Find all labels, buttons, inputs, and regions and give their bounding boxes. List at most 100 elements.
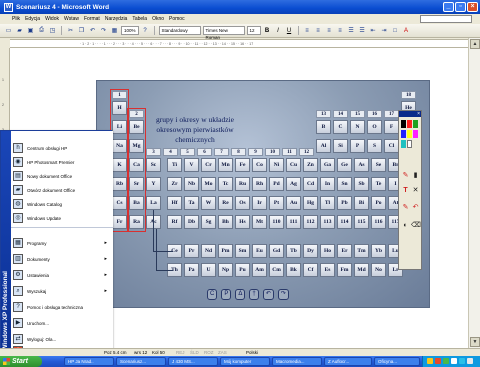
align-left-icon[interactable]: ≡ <box>303 26 312 35</box>
numbering-icon[interactable]: ☰ <box>347 26 356 35</box>
delete-tool-icon[interactable]: ✕ <box>411 186 420 195</box>
save-icon[interactable]: ▣ <box>26 26 35 35</box>
palette-close-icon[interactable]: × <box>417 111 420 117</box>
tray-icon[interactable] <box>443 358 449 364</box>
preview-icon[interactable]: ◳ <box>48 26 57 35</box>
task-button[interactable]: HP Ja Nrad.. <box>64 357 114 366</box>
menu-tabela[interactable]: Tabela <box>132 16 147 22</box>
help-question-input[interactable] <box>420 15 472 23</box>
menu-wstaw[interactable]: Wstaw <box>64 16 79 22</box>
color-swatch[interactable] <box>401 120 406 128</box>
start-item-hp-photosmart[interactable]: ◉ HP Photosmart Premier <box>13 155 111 169</box>
close-button[interactable]: × <box>467 2 478 12</box>
redo-icon[interactable]: ↷ <box>99 26 108 35</box>
title-bar[interactable]: W Scenariusz 4 - Microsoft Word _ ▫ × <box>0 0 480 14</box>
undo-tool-icon[interactable]: ↶ <box>411 203 420 212</box>
color-swatch[interactable] <box>407 120 412 128</box>
bold-button[interactable]: B <box>263 26 272 35</box>
menu-edycja[interactable]: Edycja <box>25 16 40 22</box>
copy-icon[interactable]: ❐ <box>77 26 86 35</box>
tray-icon[interactable] <box>451 358 457 364</box>
task-button[interactable]: Mój komputer <box>220 357 270 366</box>
nav-periods-button[interactable]: P <box>221 289 232 300</box>
drawing-palette[interactable]: × ✎ ▮ T ✕ ✎ ↶ ◐ ⌫ <box>398 110 422 270</box>
zoom-select[interactable]: 100% <box>121 26 139 35</box>
task-button[interactable]: Macromedia... <box>272 357 322 366</box>
style-select[interactable]: Standardowy <box>158 26 201 35</box>
align-center-icon[interactable]: ≡ <box>314 26 323 35</box>
color-swatch[interactable] <box>413 130 418 138</box>
shape-tool-icon[interactable]: ◐ <box>401 221 410 230</box>
draw-tool-icon[interactable]: ✎ <box>401 203 410 212</box>
tray-icon[interactable] <box>435 358 441 364</box>
color-swatch[interactable] <box>401 140 406 148</box>
tray-icon[interactable] <box>467 358 473 364</box>
start-item-open-office[interactable]: ▰ Otwórz dokument Office <box>13 183 111 197</box>
help-icon[interactable]: ? <box>141 26 150 35</box>
menu-narzedzia[interactable]: Narzędzia <box>105 16 128 22</box>
highlighter-icon[interactable]: ▮ <box>411 171 420 180</box>
color-swatch[interactable] <box>407 130 412 138</box>
task-button[interactable]: Scenariusz... <box>116 357 166 366</box>
undo-icon[interactable]: ↶ <box>88 26 97 35</box>
eraser-tool-icon[interactable]: ⌫ <box>411 221 421 230</box>
cut-icon[interactable]: ✂ <box>66 26 75 35</box>
font-color-icon[interactable]: A <box>402 26 411 35</box>
increase-indent-icon[interactable]: ⇥ <box>380 26 389 35</box>
status-language[interactable]: Polski <box>246 350 258 355</box>
menu-okno[interactable]: Okno <box>152 16 164 22</box>
decrease-indent-icon[interactable]: ⇤ <box>369 26 378 35</box>
task-button[interactable]: Oficyna... <box>374 357 420 366</box>
print-icon[interactable]: ⎙ <box>37 26 46 35</box>
minimize-button[interactable]: _ <box>443 2 454 12</box>
open-folder-icon[interactable]: ▰ <box>15 26 24 35</box>
status-mode-trk[interactable]: ŚLD <box>190 350 199 355</box>
start-item-documents[interactable]: ▥ Dokumenty ▸ <box>13 252 111 266</box>
task-button[interactable]: J 430 MS... <box>168 357 218 366</box>
nav-home-button[interactable]: C <box>207 289 218 300</box>
status-mode-ovr[interactable]: ZAS <box>218 350 227 355</box>
scroll-up-icon[interactable]: ▲ <box>470 39 480 49</box>
menu-pomoc[interactable]: Pomoc <box>169 16 185 22</box>
underline-button[interactable]: U <box>285 26 294 35</box>
color-swatch[interactable] <box>413 120 418 128</box>
justify-icon[interactable]: ≡ <box>336 26 345 35</box>
start-item-programs[interactable]: ▦ Programy ▸ <box>13 236 111 250</box>
pen-icon[interactable]: ✎ <box>401 171 410 180</box>
menu-widok[interactable]: Widok <box>45 16 59 22</box>
start-item-search[interactable]: ⌕ Wyszukaj ▸ <box>13 284 111 298</box>
scroll-down-icon[interactable]: ▼ <box>470 337 480 347</box>
font-select[interactable]: Times New Roman <box>202 26 245 40</box>
color-swatch[interactable] <box>407 140 412 148</box>
tray-icon[interactable] <box>459 358 465 364</box>
insert-table-icon[interactable]: ▦ <box>110 26 119 35</box>
start-item-help[interactable]: ? Pomoc i obsługa techniczna <box>13 300 111 314</box>
color-swatch[interactable] <box>401 130 406 138</box>
bullets-icon[interactable]: ☰ <box>358 26 367 35</box>
status-mode-ext[interactable]: ROZ <box>204 350 214 355</box>
new-document-icon[interactable]: ▭ <box>4 26 13 35</box>
size-select[interactable]: 12 <box>246 26 261 35</box>
start-item-new-office[interactable]: ▤ Nowy dokument Office <box>13 169 111 183</box>
align-right-icon[interactable]: ≡ <box>325 26 334 35</box>
start-item-windows-catalog[interactable]: ◍ Windows Catalog <box>13 197 111 211</box>
nav-forward-button[interactable]: ↷ <box>277 289 289 300</box>
nav-groups-button[interactable]: Δ <box>235 289 246 300</box>
start-item-hp-center[interactable]: h Centrum obsługi HP <box>13 141 111 155</box>
vertical-scrollbar[interactable]: ▲ ▼ <box>468 38 480 348</box>
menu-plik[interactable]: Plik <box>12 16 20 22</box>
task-button[interactable]: Z Auflocr... <box>324 357 372 366</box>
italic-button[interactable]: I <box>274 26 283 35</box>
start-item-run[interactable]: ▶ Uruchom... <box>13 316 111 330</box>
border-icon[interactable]: □ <box>391 26 400 35</box>
restore-button[interactable]: ▫ <box>455 2 466 12</box>
nav-back-button[interactable]: ↶ <box>262 289 274 300</box>
start-button[interactable]: Start <box>0 356 42 367</box>
menu-format[interactable]: Format <box>84 16 100 22</box>
status-mode-rec[interactable]: REJ <box>176 350 185 355</box>
start-item-windows-update[interactable]: ◎ Windows Update <box>13 211 111 225</box>
horizontal-ruler[interactable]: · 1 · 2 · 1 · · · · 1 · · · 2 · · · 3 · … <box>10 39 468 48</box>
nav-info-button[interactable]: † <box>249 289 259 300</box>
tray-icon[interactable] <box>427 358 433 364</box>
start-item-settings[interactable]: ⚙ Ustawienia ▸ <box>13 268 111 282</box>
